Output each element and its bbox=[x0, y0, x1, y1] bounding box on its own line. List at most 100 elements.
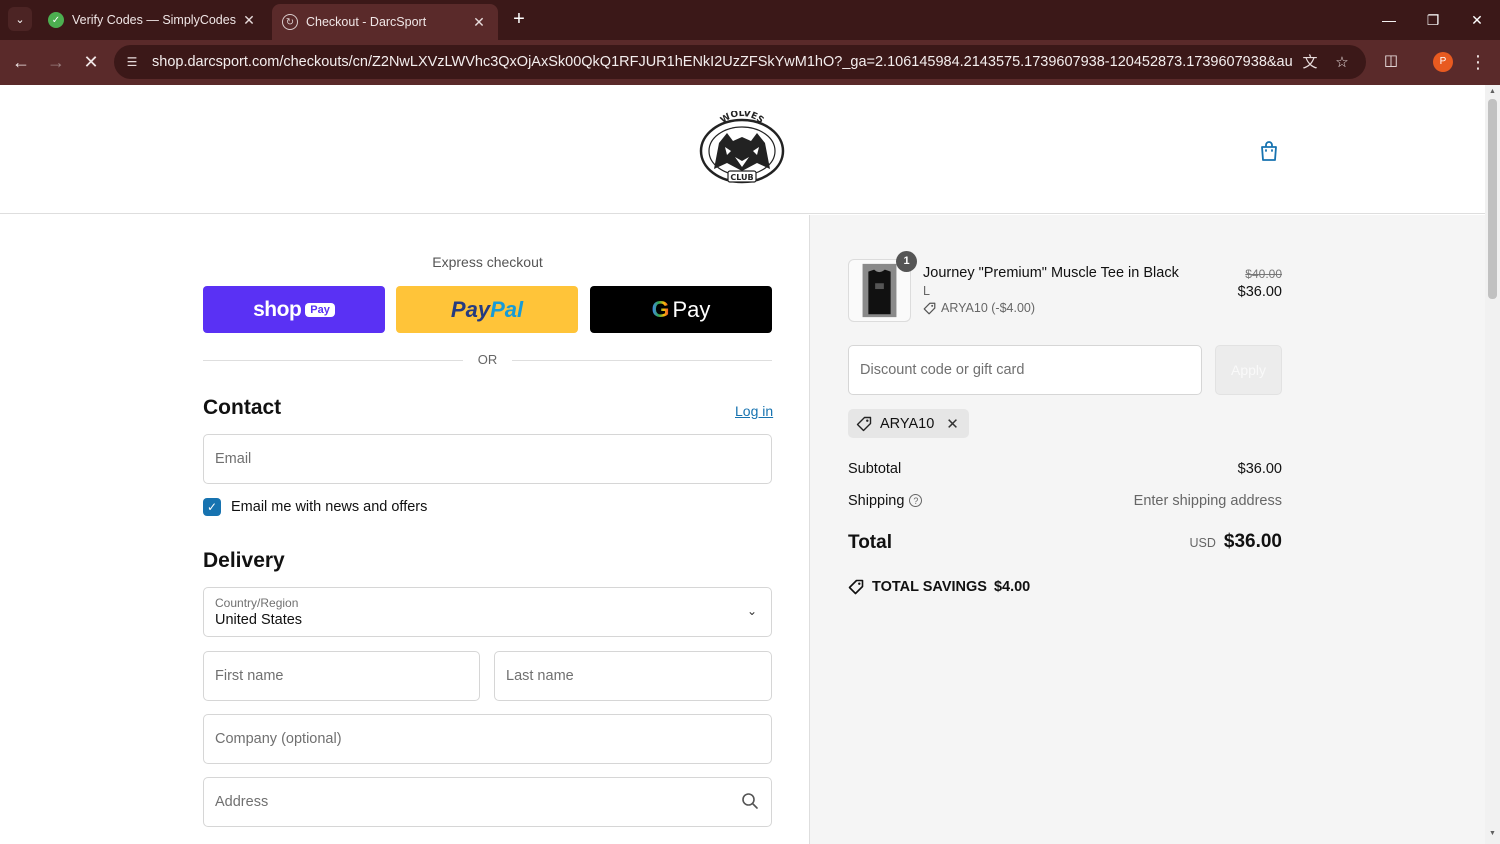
savings-value: $4.00 bbox=[993, 579, 1031, 595]
wolves-club-logo[interactable]: WOLVES CLUB bbox=[697, 111, 787, 185]
discount-code-placeholder: Discount code or gift card bbox=[860, 362, 1025, 378]
close-window-icon[interactable]: ✕ bbox=[1462, 8, 1492, 32]
page-scrollbar[interactable]: ▲ ▼ bbox=[1485, 85, 1500, 844]
checkout-page: WOLVES CLUB Express checkout shop Pay Pa… bbox=[0, 85, 1485, 844]
discount-code-field[interactable]: Discount code or gift card bbox=[848, 345, 1202, 395]
total-amount: USD $36.00 bbox=[1189, 531, 1282, 553]
contact-heading: Contact bbox=[203, 396, 282, 419]
store-header: WOLVES CLUB bbox=[0, 85, 1485, 214]
discount-tag-icon bbox=[856, 416, 872, 431]
tab-title: Verify Codes — SimplyCodes bbox=[72, 13, 236, 27]
product-price: $36.00 bbox=[1237, 284, 1282, 300]
stop-loading-icon[interactable]: ✕ bbox=[79, 50, 103, 74]
shipping-value: Enter shipping address bbox=[1133, 493, 1282, 509]
product-variant: L bbox=[923, 284, 930, 298]
or-divider: OR bbox=[203, 351, 772, 369]
checkout-form-column: Express checkout shop Pay PayPal G Pay OR… bbox=[0, 215, 809, 844]
address-field[interactable]: Address bbox=[203, 777, 772, 827]
shipping-row: Shipping? Enter shipping address bbox=[848, 493, 1282, 509]
discount-tag-icon bbox=[923, 302, 936, 314]
close-tab-icon[interactable]: ✕ bbox=[240, 12, 258, 29]
subtotal-value: $36.00 bbox=[1237, 461, 1282, 477]
address-placeholder: Address bbox=[215, 794, 269, 810]
delivery-heading: Delivery bbox=[203, 549, 285, 572]
shopping-bag-icon[interactable] bbox=[1257, 139, 1281, 163]
site-info-icon[interactable]: ☰ bbox=[124, 54, 140, 70]
or-label: OR bbox=[477, 352, 498, 367]
country-region-label: Country/Region bbox=[215, 596, 299, 610]
email-placeholder: Email bbox=[215, 451, 252, 467]
search-icon bbox=[742, 793, 758, 809]
applied-discount-code: ARYA10 bbox=[880, 415, 935, 432]
tab-title: Checkout - DarcSport bbox=[306, 15, 427, 29]
forward-arrow-icon[interactable]: → bbox=[44, 50, 68, 74]
savings-tag-icon bbox=[848, 579, 864, 595]
translate-icon[interactable]: 文 bbox=[1299, 52, 1321, 74]
news-offers-checkbox[interactable]: ✓ bbox=[203, 498, 221, 516]
new-tab-plus-icon[interactable]: + bbox=[508, 8, 530, 30]
bookmark-star-icon[interactable]: ☆ bbox=[1331, 52, 1353, 74]
log-in-link[interactable]: Log in bbox=[735, 403, 773, 419]
total-currency: USD bbox=[1189, 536, 1216, 550]
savings-label: TOTAL SAVINGS bbox=[872, 579, 987, 595]
browser-tab-bar: ⌄ ✓ Verify Codes — SimplyCodes ✕ ↻ Check… bbox=[0, 0, 1500, 40]
subtotal-label: Subtotal bbox=[848, 461, 902, 477]
paypal-wordmark: PayPal bbox=[450, 296, 524, 322]
news-offers-option[interactable]: ✓ Email me with news and offers bbox=[203, 498, 427, 516]
subtotal-row: Subtotal $36.00 bbox=[848, 461, 1282, 477]
scroll-down-arrow-icon[interactable]: ▼ bbox=[1488, 830, 1497, 840]
company-field[interactable]: Company (optional) bbox=[203, 714, 772, 764]
last-name-field[interactable]: Last name bbox=[494, 651, 772, 701]
paypal-button[interactable]: PayPal bbox=[396, 286, 578, 333]
google-pay-button[interactable]: G Pay bbox=[590, 286, 772, 333]
address-bar[interactable]: ☰ shop.darcsport.com/checkouts/cn/Z2NwLX… bbox=[114, 45, 1366, 79]
country-region-value: United States bbox=[215, 612, 303, 628]
shop-pay-wordmark: shop bbox=[253, 297, 302, 321]
shop-pay-badge: Pay bbox=[305, 302, 335, 317]
total-label: Total bbox=[848, 532, 892, 553]
shipping-label: Shipping bbox=[848, 493, 905, 509]
product-discount: ARYA10 (-$4.00) bbox=[923, 301, 1035, 315]
total-value: $36.00 bbox=[1223, 531, 1282, 552]
scroll-up-arrow-icon[interactable]: ▲ bbox=[1488, 88, 1497, 98]
last-name-placeholder: Last name bbox=[506, 668, 574, 684]
country-region-select[interactable]: Country/Region United States ⌄ bbox=[203, 587, 772, 637]
quantity-badge: 1 bbox=[896, 251, 917, 272]
tab-search-chevron-icon[interactable]: ⌄ bbox=[8, 7, 32, 31]
loading-favicon-icon: ↻ bbox=[282, 14, 298, 30]
simplycodes-favicon-icon: ✓ bbox=[48, 12, 64, 28]
logo-bottom-text: CLUB bbox=[730, 173, 753, 182]
google-pay-wordmark: G Pay bbox=[651, 296, 711, 322]
express-checkout-title: Express checkout bbox=[432, 254, 543, 270]
email-field[interactable]: Email bbox=[203, 434, 772, 484]
restore-icon[interactable]: ❐ bbox=[1418, 8, 1448, 32]
product-name: Journey "Premium" Muscle Tee in Black bbox=[923, 265, 1179, 281]
company-placeholder: Company (optional) bbox=[215, 731, 342, 747]
extensions-puzzle-icon[interactable]: ◫ bbox=[1380, 51, 1402, 73]
total-row: Total USD $36.00 bbox=[848, 531, 1282, 554]
remove-discount-icon[interactable]: ✕ bbox=[946, 415, 959, 433]
scrollbar-thumb[interactable] bbox=[1488, 99, 1497, 299]
first-name-placeholder: First name bbox=[215, 668, 284, 684]
product-original-price: $40.00 bbox=[1245, 267, 1282, 281]
apply-button[interactable]: Apply bbox=[1215, 345, 1282, 395]
total-savings: TOTAL SAVINGS $4.00 bbox=[848, 579, 1030, 595]
tab-simplycodes[interactable]: ✓ Verify Codes — SimplyCodes ✕ bbox=[38, 0, 268, 40]
close-tab-icon[interactable]: ✕ bbox=[470, 14, 488, 31]
shop-pay-button[interactable]: shop Pay bbox=[203, 286, 385, 333]
first-name-field[interactable]: First name bbox=[203, 651, 480, 701]
minimize-icon[interactable]: — bbox=[1374, 8, 1404, 32]
url-text[interactable]: shop.darcsport.com/checkouts/cn/Z2NwLXVz… bbox=[152, 54, 1292, 70]
news-offers-label: Email me with news and offers bbox=[231, 499, 428, 515]
order-summary-column: 1 Journey "Premium" Muscle Tee in Black … bbox=[809, 215, 1485, 844]
google-g-icon: G bbox=[651, 296, 670, 322]
help-circle-icon[interactable]: ? bbox=[909, 494, 923, 507]
browser-toolbar: ← → ✕ ☰ shop.darcsport.com/checkouts/cn/… bbox=[0, 40, 1500, 85]
chevron-down-icon: ⌄ bbox=[746, 604, 757, 618]
tab-darcsport-checkout[interactable]: ↻ Checkout - DarcSport ✕ bbox=[272, 4, 498, 40]
profile-avatar[interactable]: P bbox=[1433, 52, 1453, 72]
browser-menu-icon[interactable]: ⋮ bbox=[1468, 50, 1488, 74]
product-discount-text: ARYA10 (-$4.00) bbox=[941, 301, 1036, 315]
applied-discount-chip: ARYA10 ✕ bbox=[848, 409, 969, 438]
back-arrow-icon[interactable]: ← bbox=[9, 50, 33, 74]
